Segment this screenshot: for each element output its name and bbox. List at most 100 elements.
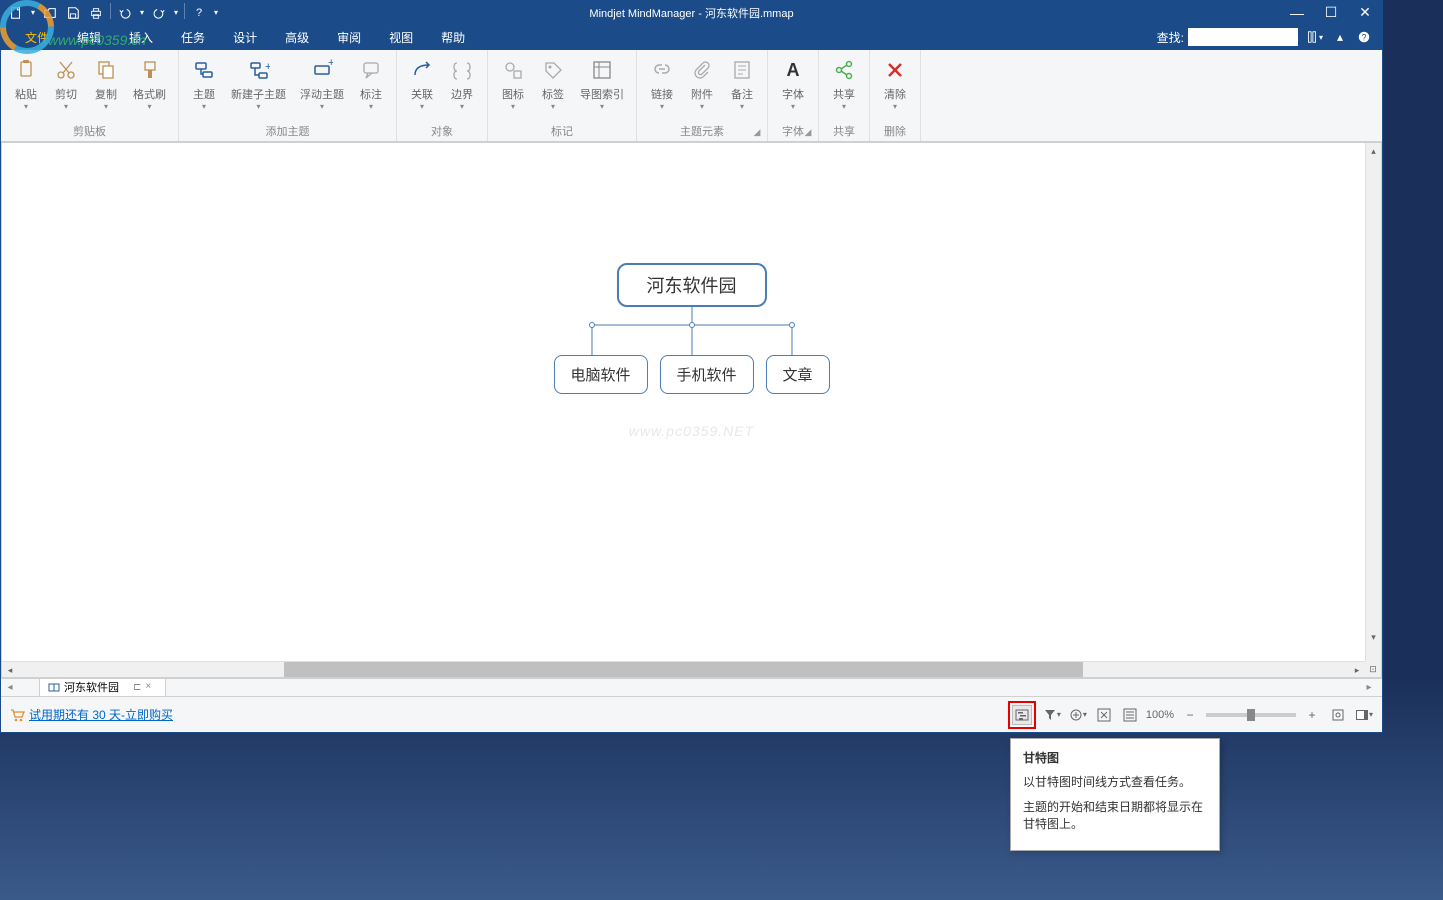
- bookmark-button[interactable]: ▾: [1302, 28, 1326, 46]
- svg-text:+: +: [328, 59, 333, 69]
- menu-item-8[interactable]: 帮助: [427, 25, 479, 50]
- ribbon-group-1: 主题▾+新建子主题▾+浮动主题▾标注▾添加主题: [179, 50, 397, 141]
- ribbon-group-label: 删除: [870, 121, 920, 141]
- ribbon-btn-callout[interactable]: 标注▾: [352, 54, 390, 115]
- help-button[interactable]: ?: [1354, 28, 1374, 46]
- connectors: [551, 307, 831, 355]
- ribbon-btn-boundary[interactable]: 边界▾: [443, 54, 481, 115]
- qat-dropdown-icon[interactable]: ▾: [28, 3, 38, 23]
- qat-undo-icon[interactable]: [114, 3, 136, 23]
- qat-dropdown3-icon[interactable]: ▾: [171, 3, 181, 23]
- ribbon-btn-link[interactable]: 链接▾: [643, 54, 681, 115]
- scroll-down-button[interactable]: ▾: [1366, 629, 1381, 645]
- vertical-scrollbar[interactable]: ▴ ▾: [1365, 143, 1381, 661]
- ribbon-btn-relation[interactable]: 关联▾: [403, 54, 441, 115]
- close-button[interactable]: ✕: [1348, 1, 1382, 24]
- fit-button[interactable]: [1328, 705, 1348, 725]
- gantt-view-button-highlighted[interactable]: [1008, 701, 1036, 729]
- ribbon-btn-format[interactable]: 格式刷▾: [127, 54, 172, 115]
- ribbon-btn-label: 主题▾: [193, 86, 215, 111]
- menu-item-4[interactable]: 设计: [219, 25, 271, 50]
- minimize-button[interactable]: —: [1280, 1, 1314, 24]
- central-topic[interactable]: 河东软件园: [616, 263, 766, 307]
- panels-button[interactable]: ▾: [1354, 705, 1374, 725]
- tab-close[interactable]: ×: [145, 681, 157, 693]
- collapse-button[interactable]: [1094, 705, 1114, 725]
- menu-item-7[interactable]: 视图: [375, 25, 427, 50]
- filter-button[interactable]: ▾: [1042, 705, 1062, 725]
- ribbon-btn-notes[interactable]: 备注▾: [723, 54, 761, 115]
- scroll-thumb-h[interactable]: [284, 662, 1083, 677]
- scroll-corner[interactable]: ⊡: [1365, 661, 1381, 677]
- qat-open-icon[interactable]: [39, 3, 61, 23]
- scroll-left-button[interactable]: ◂: [2, 662, 18, 678]
- gantt-icon[interactable]: [1012, 705, 1032, 725]
- qat-help-icon[interactable]: ?: [188, 3, 210, 23]
- ribbon-group-7: 清除▾ 删除: [870, 50, 921, 141]
- svg-text:?: ?: [1362, 33, 1367, 43]
- tooltip-line2: 主题的开始和结束日期都将显示在甘特图上。: [1023, 799, 1207, 833]
- horizontal-scrollbar[interactable]: ◂ ▸: [2, 661, 1365, 677]
- qat-save-icon[interactable]: [62, 3, 84, 23]
- menu-item-5[interactable]: 高级: [271, 25, 323, 50]
- relation-icon: [410, 58, 434, 82]
- qat-dropdown2-icon[interactable]: ▾: [137, 3, 147, 23]
- expand-ribbon-button[interactable]: ▴: [1330, 28, 1350, 46]
- maximize-button[interactable]: ☐: [1314, 1, 1348, 24]
- format-icon: [138, 58, 162, 82]
- ribbon-btn-index[interactable]: 导图索引▾: [574, 54, 630, 115]
- dialog-launcher[interactable]: ◢: [751, 127, 763, 139]
- ribbon-group-label: 添加主题: [179, 121, 396, 141]
- trial-link[interactable]: 试用期还有 30 天-立即购买: [29, 706, 173, 723]
- zoom-thumb[interactable]: [1247, 709, 1255, 721]
- qat-print-icon[interactable]: [85, 3, 107, 23]
- cart-icon: [9, 708, 25, 722]
- zoom-slider[interactable]: [1206, 713, 1296, 717]
- ribbon-btn-copy[interactable]: 复制▾: [87, 54, 125, 115]
- add-button[interactable]: ▾: [1068, 705, 1088, 725]
- ribbon-btn-subtopic[interactable]: +新建子主题▾: [225, 54, 292, 115]
- tab-pin-icon[interactable]: ⊏: [133, 682, 141, 693]
- tab-next[interactable]: ▸: [1360, 679, 1378, 697]
- scroll-right-button[interactable]: ▸: [1349, 662, 1365, 678]
- ribbon-btn-label: 共享▾: [833, 86, 855, 111]
- search-input[interactable]: [1188, 28, 1298, 46]
- dialog-launcher[interactable]: ◢: [802, 127, 814, 139]
- ribbon-group-label: 对象: [397, 121, 487, 141]
- ribbon-btn-attach[interactable]: 附件▾: [683, 54, 721, 115]
- ribbon-btn-icons[interactable]: 图标▾: [494, 54, 532, 115]
- subtopic-icon: +: [247, 58, 271, 82]
- link-icon: [650, 58, 674, 82]
- ribbon-group-6: 共享▾共享: [819, 50, 870, 141]
- qat-redo-icon[interactable]: [148, 3, 170, 23]
- ribbon-btn-cut[interactable]: 剪切▾: [47, 54, 85, 115]
- paste-icon: [14, 58, 38, 82]
- ribbon-group-label: 字体◢: [768, 121, 818, 141]
- ribbon-btn-topic[interactable]: 主题▾: [185, 54, 223, 115]
- menu-item-3[interactable]: 任务: [167, 25, 219, 50]
- ribbon-btn-share[interactable]: 共享▾: [825, 54, 863, 115]
- qat-new-icon[interactable]: [5, 3, 27, 23]
- zoom-out-button[interactable]: −: [1180, 705, 1200, 725]
- ribbon-btn-clear[interactable]: 清除▾: [876, 54, 914, 115]
- scroll-up-button[interactable]: ▴: [1366, 143, 1381, 159]
- ribbon-btn-font[interactable]: A字体▾: [774, 54, 812, 115]
- svg-text:+: +: [265, 61, 270, 73]
- canvas[interactable]: 河东软件园 电脑软件手机软件文章 www.pc0359.NET ▴ ▾ ◂ ▸ …: [1, 142, 1382, 678]
- ribbon-btn-paste[interactable]: 粘贴▾: [7, 54, 45, 115]
- document-tab[interactable]: 河东软件园 ⊏ ×: [39, 679, 166, 697]
- zoom-in-button[interactable]: +: [1302, 705, 1322, 725]
- outline-button[interactable]: [1120, 705, 1140, 725]
- tab-bar: ◂ 河东软件园 ⊏ × ▸: [1, 678, 1382, 696]
- copy-icon: [94, 58, 118, 82]
- subtopic-2[interactable]: 文章: [766, 355, 830, 394]
- subtopic-0[interactable]: 电脑软件: [553, 355, 647, 394]
- ribbon-btn-float[interactable]: + 浮动主题▾: [294, 54, 350, 115]
- subtopic-1[interactable]: 手机软件: [659, 355, 753, 394]
- tab-prev[interactable]: ◂: [1, 679, 19, 697]
- ribbon-btn-label: 浮动主题▾: [300, 86, 344, 111]
- menu-item-6[interactable]: 审阅: [323, 25, 375, 50]
- qat-dropdown4-icon[interactable]: ▾: [211, 3, 221, 23]
- tab-icon: [48, 681, 60, 693]
- ribbon-btn-tag[interactable]: 标签▾: [534, 54, 572, 115]
